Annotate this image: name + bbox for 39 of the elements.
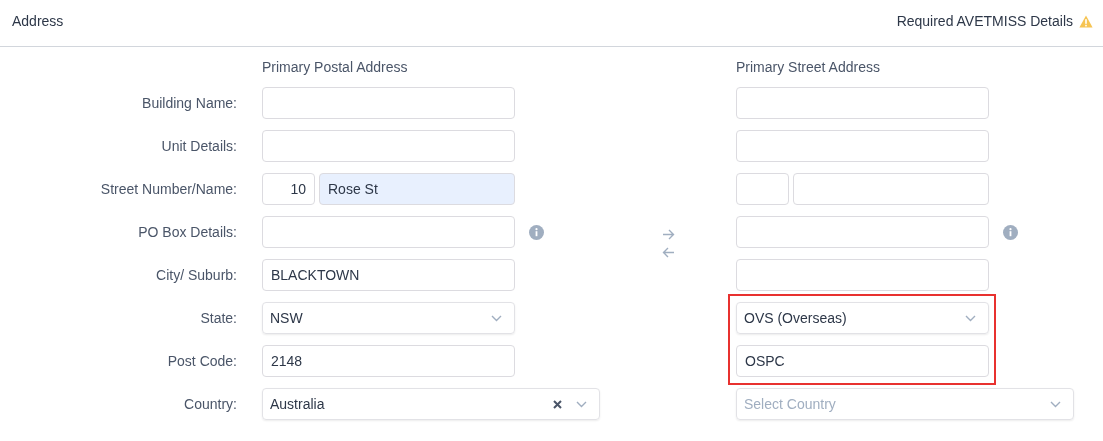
input-field[interactable] (736, 173, 789, 205)
info-icon[interactable] (529, 224, 544, 240)
input-field[interactable] (736, 216, 989, 248)
input-field[interactable] (736, 130, 989, 162)
required-note: Required AVETMISS Details (896, 13, 1073, 29)
clear-icon[interactable] (553, 399, 562, 409)
chevron-down-icon (965, 314, 976, 322)
field-label: Street Number/Name: (99, 181, 238, 197)
input-field[interactable] (793, 173, 989, 205)
info-icon[interactable] (1003, 224, 1018, 240)
input-field[interactable] (736, 87, 989, 119)
input-field[interactable]: Rose St (319, 173, 515, 205)
warning-icon (1079, 15, 1093, 28)
dropdown-field[interactable]: Australia (262, 388, 600, 420)
field-label: Building Name: (141, 95, 238, 111)
chevron-down-icon (491, 314, 502, 322)
arrow-left-icon[interactable] (661, 247, 675, 258)
field-label: State: (199, 310, 238, 326)
input-field[interactable] (262, 87, 515, 119)
input-field[interactable]: 10 (262, 173, 315, 205)
input-field[interactable] (262, 130, 515, 162)
section-title: Address (12, 13, 64, 29)
dropdown-field[interactable]: NSW (262, 302, 515, 334)
input-field[interactable]: 2148 (262, 345, 515, 377)
field-label: PO Box Details: (137, 224, 238, 240)
chevron-down-icon (1050, 400, 1061, 408)
column-heading: Primary Street Address (736, 58, 881, 75)
input-field[interactable]: OSPC (736, 345, 989, 377)
input-field[interactable]: BLACKTOWN (262, 259, 515, 291)
field-label: Post Code: (166, 353, 238, 369)
chevron-down-icon (576, 400, 587, 408)
arrow-right-icon[interactable] (661, 229, 675, 240)
dropdown-field[interactable]: OVS (Overseas) (736, 302, 989, 334)
input-field[interactable] (262, 216, 515, 248)
input-field[interactable] (736, 259, 989, 291)
column-heading: Primary Postal Address (262, 58, 409, 75)
field-label: Country: (183, 396, 238, 412)
field-label: City/ Suburb: (155, 267, 238, 283)
field-label: Unit Details: (160, 138, 238, 154)
